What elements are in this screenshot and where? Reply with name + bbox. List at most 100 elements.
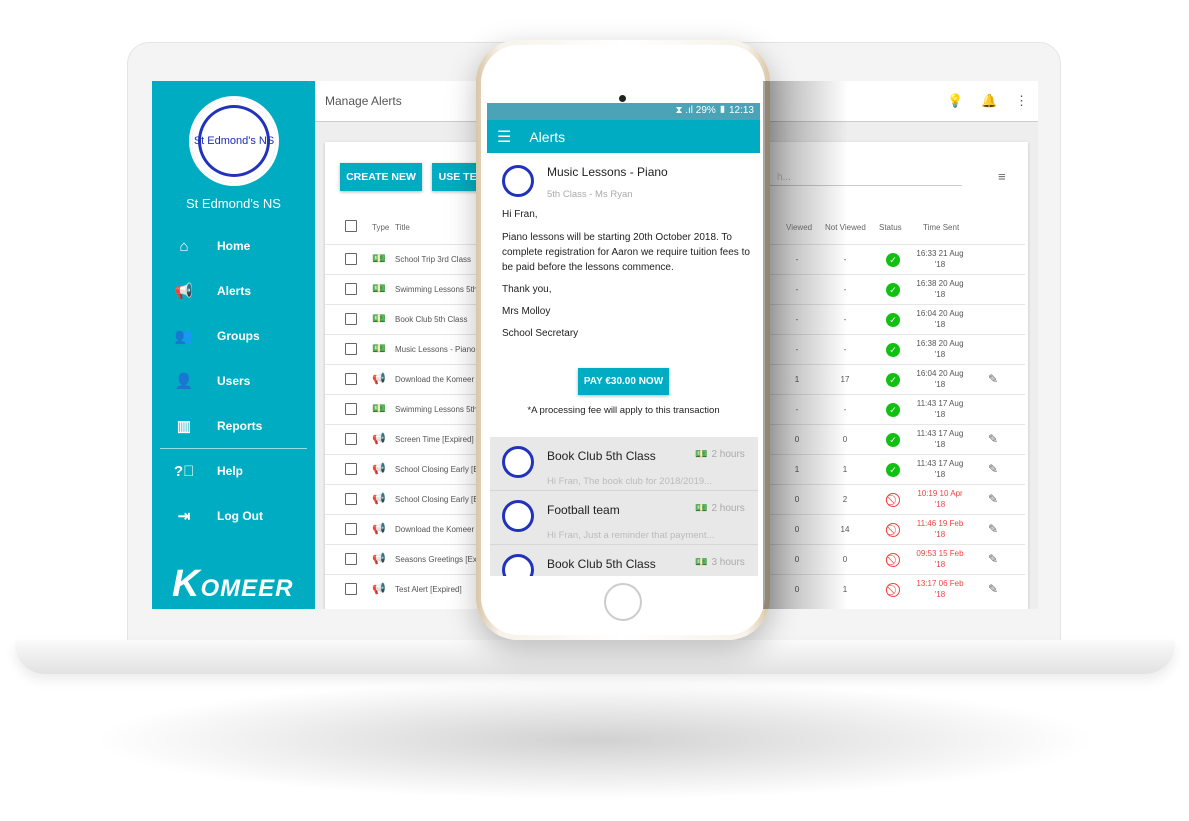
sidebar-item-help[interactable]: ?⃝ Help xyxy=(174,456,304,486)
row-checkbox[interactable] xyxy=(345,253,357,265)
sidebar-item-reports[interactable]: ▥ Reports xyxy=(174,411,304,441)
sidebar-item-logout[interactable]: ⇥ Log Out xyxy=(174,501,304,531)
row-title[interactable]: Download the Komeer xyxy=(395,525,480,534)
search-input[interactable]: h... xyxy=(777,172,791,183)
row-checkbox[interactable] xyxy=(345,583,357,595)
row-checkbox[interactable] xyxy=(345,283,357,295)
row-title[interactable]: Download the Komeer xyxy=(395,375,480,384)
row-time-sent: 16:38 20 Aug '18 xyxy=(905,278,975,300)
payment-icon: 💵 xyxy=(372,283,386,295)
school-name: St Edmond's NS xyxy=(186,196,281,211)
phone: ⧗ .ıl 29% ▮ 12:13 ☰ Alerts Music Lessons … xyxy=(476,40,770,640)
alert-list-item[interactable]: Football team 💵 2 hours Hi Fran, Just a r… xyxy=(490,491,758,545)
edit-icon[interactable]: ✎ xyxy=(988,462,998,476)
row-title[interactable]: Music Lessons - Piano xyxy=(395,345,480,354)
row-time-sent: 11:46 19 Feb '18 xyxy=(905,518,975,540)
time: 16:33 21 Aug xyxy=(916,249,964,258)
row-time-sent: 11:43 17 Aug '18 xyxy=(905,458,975,480)
time: 11:43 17 Aug xyxy=(916,429,964,438)
row-title[interactable]: School Closing Early [E xyxy=(395,495,480,504)
create-new-button[interactable]: CREATE NEW xyxy=(340,163,422,191)
nav-label: Alerts xyxy=(217,284,252,298)
time: 16:04 20 Aug xyxy=(916,369,964,378)
edit-icon[interactable]: ✎ xyxy=(988,552,998,566)
check-circle-icon: ✓ xyxy=(886,373,900,387)
sidebar-item-alerts[interactable]: 📢 Alerts xyxy=(174,276,304,306)
edit-icon[interactable]: ✎ xyxy=(988,492,998,506)
row-time-sent: 16:38 20 Aug '18 xyxy=(905,338,975,360)
row-title[interactable]: Screen Time [Expired] xyxy=(395,435,480,444)
list-item-time: 💵 2 hours xyxy=(695,449,745,460)
nav-label: Home xyxy=(217,239,251,253)
alert-subtitle: 5th Class - Ms Ryan xyxy=(547,189,633,200)
col-time-sent[interactable]: Time Sent xyxy=(923,223,959,232)
time: 10:19 10 Apr xyxy=(917,489,963,498)
row-checkbox[interactable] xyxy=(345,523,357,535)
more-vert-icon[interactable]: ⋮ xyxy=(1015,93,1028,109)
row-title[interactable]: Swimming Lessons 5th xyxy=(395,405,480,414)
time: 16:38 20 Aug xyxy=(916,339,964,348)
row-checkbox[interactable] xyxy=(345,463,357,475)
megaphone-icon: 📢 xyxy=(372,523,386,535)
edit-icon[interactable]: ✎ xyxy=(988,582,998,596)
edit-icon[interactable]: ✎ xyxy=(988,372,998,386)
row-time-sent: 16:33 21 Aug '18 xyxy=(905,248,975,270)
payment-icon: 💵 xyxy=(372,403,386,415)
payment-icon: 💵 xyxy=(372,313,386,325)
alert-list-item[interactable]: Book Club 5th Class 💵 2 hours Hi Fran, Th… xyxy=(490,437,758,491)
row-checkbox[interactable] xyxy=(345,313,357,325)
row-title[interactable]: Book Club 5th Class xyxy=(395,315,480,324)
edit-icon[interactable]: ✎ xyxy=(988,522,998,536)
row-title[interactable]: Seasons Greetings [Ex xyxy=(395,555,480,564)
time: 3 hours xyxy=(711,557,745,568)
col-type[interactable]: Type xyxy=(372,223,389,232)
time: 11:46 19 Feb xyxy=(916,519,964,528)
year: '18 xyxy=(934,470,946,479)
row-title[interactable]: School Closing Early [E xyxy=(395,465,480,474)
sidebar-item-users[interactable]: 👤 Users xyxy=(174,366,304,396)
sidebar-divider xyxy=(160,448,307,449)
bell-icon[interactable]: 🔔 xyxy=(981,93,997,109)
row-checkbox[interactable] xyxy=(345,403,357,415)
home-button[interactable] xyxy=(604,583,642,621)
row-title[interactable]: Swimming Lessons 5th xyxy=(395,285,480,294)
signature: Mrs Molloy xyxy=(502,306,551,317)
edit-icon[interactable]: ✎ xyxy=(988,432,998,446)
nav-label: Users xyxy=(217,374,251,388)
row-time-sent: 10:19 10 Apr '18 xyxy=(905,488,975,510)
year: '18 xyxy=(934,410,946,419)
time: 11:43 17 Aug xyxy=(916,399,964,408)
payment-icon: 💵 xyxy=(695,449,708,460)
pay-now-button[interactable]: PAY €30.00 NOW xyxy=(578,368,669,395)
col-title[interactable]: Title xyxy=(395,223,410,232)
nav-label: Help xyxy=(217,464,244,478)
sidebar-item-groups[interactable]: 👥 Groups xyxy=(174,321,304,351)
hamburger-menu-icon[interactable]: ☰ xyxy=(497,127,511,147)
col-viewed[interactable]: Viewed xyxy=(786,223,812,232)
select-all-checkbox[interactable] xyxy=(345,220,357,232)
sidebar-item-home[interactable]: ⌂ Home xyxy=(174,231,304,261)
row-checkbox[interactable] xyxy=(345,343,357,355)
school-logo-small xyxy=(502,554,534,576)
time: 2 hours xyxy=(711,449,745,460)
row-checkbox[interactable] xyxy=(345,373,357,385)
col-status[interactable]: Status xyxy=(879,223,902,232)
filter-icon[interactable]: ≡ xyxy=(998,169,1006,184)
row-checkbox[interactable] xyxy=(345,433,357,445)
home-icon: ⌂ xyxy=(179,237,189,255)
lightbulb-icon[interactable]: 💡 xyxy=(947,93,963,109)
group-icon: 👥 xyxy=(174,328,194,345)
year: '18 xyxy=(934,380,946,389)
row-title[interactable]: Test Alert [Expired] xyxy=(395,585,480,594)
check-circle-icon: ✓ xyxy=(886,253,900,267)
sidebar: St Edmond's NS St Edmond's NS ⌂ Home 📢 Ale… xyxy=(152,81,315,609)
col-not-viewed[interactable]: Not Viewed xyxy=(825,223,866,232)
megaphone-icon: 📢 xyxy=(372,373,386,385)
school-logo-small xyxy=(502,500,534,532)
row-checkbox[interactable] xyxy=(345,553,357,565)
alert-list-item[interactable]: Book Club 5th Class 💵 3 hours xyxy=(490,545,758,576)
megaphone-icon: 📢 xyxy=(372,463,386,475)
row-checkbox[interactable] xyxy=(345,493,357,505)
time: 16:04 20 Aug xyxy=(916,309,964,318)
row-title[interactable]: School Trip 3rd Class xyxy=(395,255,480,264)
